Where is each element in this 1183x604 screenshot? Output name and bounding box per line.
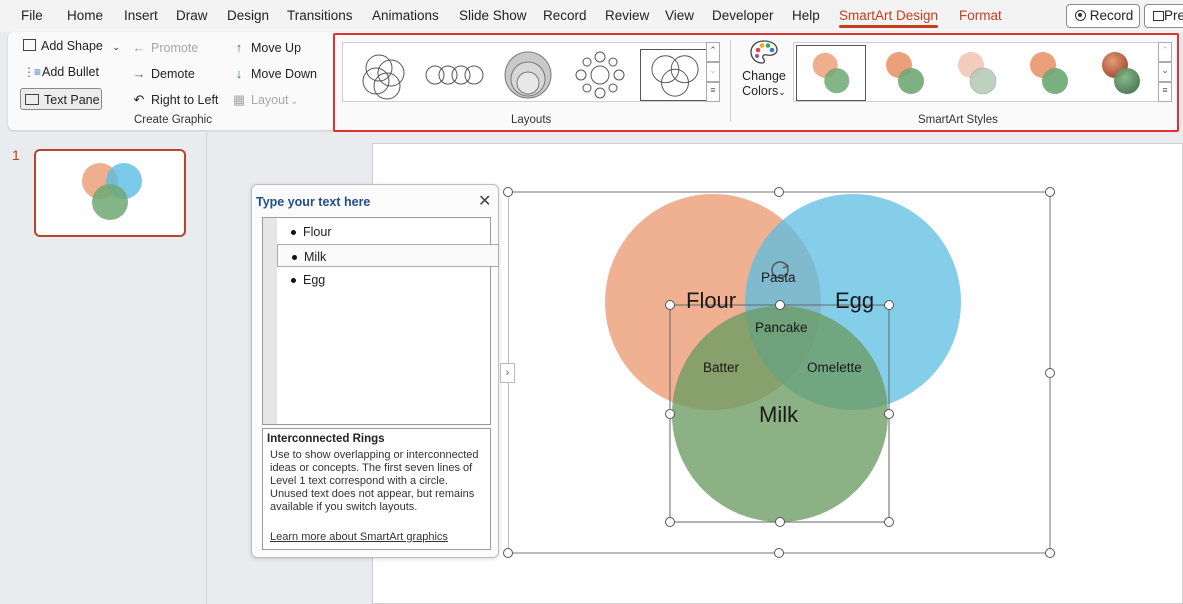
promote-button[interactable]: ← Promote: [132, 40, 199, 55]
right-to-left-icon: ↶: [133, 92, 145, 107]
tab-record[interactable]: Record: [543, 8, 587, 23]
text-pane-icon: [25, 94, 39, 105]
tab-insert[interactable]: Insert: [124, 8, 158, 23]
label-flour: Flour: [686, 288, 737, 313]
shape-resize-handle[interactable]: [884, 300, 894, 310]
resize-handle[interactable]: [1045, 548, 1055, 558]
text-pane-gutter: [263, 218, 277, 424]
shape-resize-handle[interactable]: [775, 517, 785, 527]
create-graphic-group-label: Create Graphic: [134, 114, 212, 126]
label-egg: Egg: [835, 288, 875, 313]
layout-icon: ▦: [232, 92, 246, 107]
resize-handle[interactable]: [503, 548, 513, 558]
close-icon[interactable]: ✕: [478, 191, 491, 211]
tab-draw[interactable]: Draw: [176, 8, 208, 23]
layout-description-body: Use to show overlapping or interconnecte…: [270, 449, 479, 513]
tab-review[interactable]: Review: [605, 8, 649, 23]
record-icon: [1075, 10, 1086, 21]
shape-resize-handle[interactable]: [775, 300, 785, 310]
move-down-button[interactable]: ↓ Move Down: [232, 66, 317, 81]
present-button[interactable]: Pre: [1144, 4, 1183, 28]
tab-format[interactable]: Format: [959, 8, 1002, 23]
label-omelette: Omelette: [807, 360, 862, 375]
arrow-up-icon: ↑: [235, 40, 243, 55]
ribbon-highlight-box: [333, 33, 1179, 132]
layout-description-box: Interconnected Rings Use to show overlap…: [262, 428, 491, 550]
text-pane-label: Text Pane: [44, 93, 100, 107]
move-up-button[interactable]: ↑ Move Up: [232, 40, 301, 55]
layout-description-title: Interconnected Rings: [267, 433, 385, 445]
demote-label: Demote: [151, 67, 195, 81]
slide-number: 1: [12, 147, 20, 163]
label-pancake: Pancake: [755, 320, 808, 335]
tab-transitions[interactable]: Transitions: [287, 8, 353, 23]
list-item[interactable]: Flour: [277, 220, 499, 243]
arrow-right-icon: →: [132, 66, 146, 81]
add-shape-label: Add Shape: [41, 39, 103, 53]
label-batter: Batter: [703, 360, 740, 375]
arrow-left-icon: ←: [132, 40, 146, 55]
text-pane-list[interactable]: Flour Milk Egg: [262, 217, 499, 425]
layout-button[interactable]: ▦ Layout ⌄: [232, 92, 298, 108]
right-to-left-label: Right to Left: [151, 93, 219, 107]
right-to-left-button[interactable]: ↶ Right to Left: [132, 92, 219, 108]
present-button-label: Pre: [1164, 8, 1183, 23]
smartart-text-pane: Type your text here ✕ Flour Milk Egg Int…: [251, 184, 499, 558]
shape-resize-handle[interactable]: [884, 409, 894, 419]
move-down-label: Move Down: [251, 67, 317, 81]
text-pane-title: Type your text here: [256, 195, 371, 209]
resize-handle[interactable]: [1045, 187, 1055, 197]
resize-handle[interactable]: [774, 548, 784, 558]
add-bullet-label: Add Bullet: [42, 65, 99, 79]
record-button-label: Record: [1089, 8, 1134, 23]
tab-file[interactable]: File: [21, 8, 43, 23]
text-pane-button[interactable]: Text Pane: [20, 88, 102, 110]
add-shape-button[interactable]: Add Shape ⌄: [23, 39, 120, 53]
venn-diagram: [508, 191, 1051, 554]
move-up-label: Move Up: [251, 41, 302, 55]
present-icon: [1153, 11, 1164, 21]
record-button[interactable]: Record: [1066, 4, 1140, 28]
learn-more-link[interactable]: Learn more about SmartArt graphics: [270, 531, 448, 543]
resize-handle[interactable]: [503, 187, 513, 197]
slide-thumbnail[interactable]: [34, 149, 186, 237]
tab-view[interactable]: View: [665, 8, 694, 23]
resize-handle[interactable]: [1045, 368, 1055, 378]
arrow-down-icon: ↓: [235, 66, 243, 81]
tab-slide-show[interactable]: Slide Show: [459, 8, 527, 23]
text-pane-toggle[interactable]: ›: [500, 363, 515, 383]
list-item[interactable]: Egg: [277, 268, 499, 291]
slide-thumbnail-venn: [82, 163, 142, 220]
tab-developer[interactable]: Developer: [712, 8, 774, 23]
tab-smartart-design[interactable]: SmartArt Design: [839, 8, 939, 28]
menu-bar: File Home Insert Draw Design Transitions…: [0, 0, 1183, 32]
chevron-down-icon: ⌄: [112, 42, 120, 52]
label-milk: Milk: [759, 402, 799, 427]
tab-animations[interactable]: Animations: [372, 8, 439, 23]
tab-help[interactable]: Help: [792, 8, 820, 23]
promote-label: Promote: [151, 41, 199, 55]
resize-handle[interactable]: [774, 187, 784, 197]
add-shape-icon: [23, 39, 36, 51]
label-pasta: Pasta: [761, 270, 796, 285]
list-item[interactable]: Milk: [277, 244, 499, 267]
add-bullet-button[interactable]: ⋮≡ Add Bullet: [23, 65, 99, 79]
tab-home[interactable]: Home: [67, 8, 103, 23]
layout-label: Layout: [251, 93, 289, 107]
demote-button[interactable]: → Demote: [132, 66, 195, 81]
shape-resize-handle[interactable]: [665, 517, 675, 527]
chevron-down-icon: ⌄: [290, 96, 299, 106]
shape-resize-handle[interactable]: [665, 300, 675, 310]
tab-design[interactable]: Design: [227, 8, 269, 23]
chevron-right-icon: ›: [505, 367, 510, 379]
add-bullet-icon: ⋮≡: [23, 65, 41, 79]
shape-resize-handle[interactable]: [665, 409, 675, 419]
shape-resize-handle[interactable]: [884, 517, 894, 527]
